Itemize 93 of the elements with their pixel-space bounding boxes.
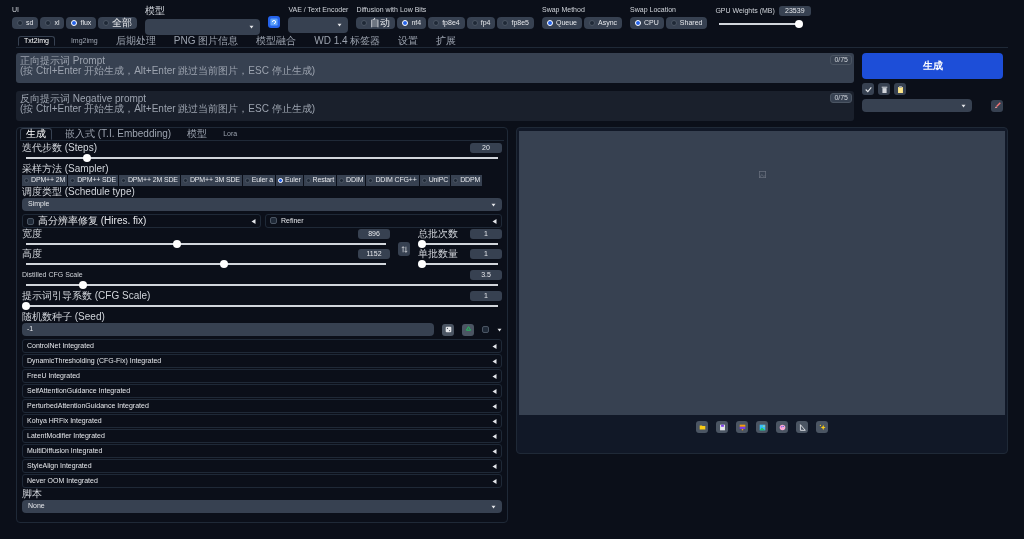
dropdown-caret-icon bbox=[961, 103, 966, 108]
palette-icon bbox=[778, 423, 786, 431]
toolbar-button[interactable] bbox=[756, 421, 768, 433]
slider-thumb[interactable] bbox=[418, 240, 426, 248]
radio-icon[interactable] bbox=[182, 178, 188, 183]
slider-thumb[interactable] bbox=[78, 281, 87, 289]
slider-thumb[interactable] bbox=[173, 240, 182, 248]
tab[interactable]: 扩展 bbox=[434, 36, 459, 46]
expand-icon bbox=[497, 327, 502, 332]
tab[interactable]: WD 1.4 标签器 bbox=[312, 36, 383, 46]
reuse-seed-button[interactable] bbox=[462, 323, 474, 336]
brush-button[interactable] bbox=[991, 99, 1003, 112]
tab[interactable]: 后期处理 bbox=[113, 36, 158, 46]
image-icon bbox=[758, 423, 766, 431]
radio-icon[interactable] bbox=[589, 20, 595, 27]
field-label: 总批次数 bbox=[418, 229, 458, 239]
radio-icon[interactable] bbox=[17, 20, 23, 27]
field-label: 调度类型 (Schedule type) bbox=[22, 187, 136, 197]
radio-icon[interactable] bbox=[368, 178, 374, 183]
dropdown-caret-icon bbox=[337, 23, 343, 28]
toolbar-button[interactable] bbox=[796, 421, 808, 433]
tab[interactable]: PNG 图片信息 bbox=[171, 36, 241, 46]
group-label: 模型 bbox=[145, 6, 167, 16]
dropdown-caret-icon bbox=[491, 504, 496, 509]
field-label: 迭代步数 (Steps) bbox=[22, 143, 97, 153]
brush-icon bbox=[993, 102, 1001, 109]
toolbar-button[interactable] bbox=[776, 421, 788, 433]
folder-icon bbox=[698, 423, 706, 431]
toolbar-button[interactable] bbox=[696, 421, 708, 433]
toolbar-button[interactable] bbox=[736, 421, 748, 433]
radio-icon[interactable] bbox=[24, 178, 29, 183]
toolbar-button[interactable] bbox=[716, 421, 728, 433]
toolbar-button[interactable] bbox=[816, 421, 828, 433]
image-placeholder-icon bbox=[758, 171, 766, 178]
slider-thumb[interactable] bbox=[83, 154, 92, 162]
tool-button[interactable] bbox=[894, 83, 906, 95]
dropdown-caret-icon bbox=[249, 25, 255, 29]
radio-icon[interactable] bbox=[305, 178, 311, 183]
checkbox[interactable] bbox=[27, 217, 34, 225]
refresh-button[interactable] bbox=[268, 16, 281, 28]
tab[interactable]: 生成 bbox=[20, 128, 52, 140]
tab[interactable]: 模型融合 bbox=[254, 36, 299, 46]
radio-icon[interactable] bbox=[453, 178, 459, 183]
accordion-header[interactable]: 高分辨率修复 (Hires. fix) bbox=[22, 214, 261, 228]
ruler-triangle-icon bbox=[798, 423, 806, 431]
sparkles-icon bbox=[818, 423, 826, 431]
checkbox[interactable] bbox=[482, 326, 489, 333]
field-label: 单批数量 bbox=[418, 249, 458, 259]
radio-icon[interactable] bbox=[433, 20, 440, 27]
slider-thumb[interactable] bbox=[418, 260, 426, 268]
radio-icon[interactable] bbox=[502, 20, 509, 27]
dropdown-caret-icon bbox=[491, 202, 496, 207]
slider[interactable] bbox=[719, 20, 802, 28]
accordion-title: 高分辨率修复 (Hires. fix) bbox=[38, 216, 147, 226]
field-label: 高度 bbox=[22, 249, 42, 259]
refresh-icon bbox=[270, 18, 279, 26]
tab[interactable]: 嵌入式 (T.I. Embedding) bbox=[62, 129, 175, 139]
checkbox[interactable] bbox=[270, 217, 277, 225]
dice-icon bbox=[444, 326, 452, 333]
trash-icon bbox=[880, 85, 888, 93]
slider-thumb[interactable] bbox=[22, 302, 30, 310]
clipboard-icon bbox=[896, 85, 904, 93]
swap-button[interactable] bbox=[398, 242, 410, 256]
field-label: 采样方法 (Sampler) bbox=[22, 164, 110, 174]
random-seed-button[interactable] bbox=[442, 323, 454, 336]
placeholder-text: 正向提示词 Prompt (按 Ctrl+Enter 开始生成，Alt+Enter 跳过当前图片，ESC 停止生成) bbox=[20, 55, 316, 77]
radio-icon[interactable] bbox=[339, 178, 345, 183]
field-label: 宽度 bbox=[22, 229, 42, 239]
tool-button[interactable] bbox=[878, 83, 890, 95]
field-label: 脚本 bbox=[22, 489, 43, 499]
radio-icon[interactable] bbox=[103, 20, 110, 27]
radio-option[interactable]: 自动 bbox=[356, 17, 396, 30]
radio-icon[interactable] bbox=[361, 20, 368, 27]
slider-thumb[interactable] bbox=[220, 260, 228, 268]
radio-icon[interactable] bbox=[244, 178, 250, 183]
slider-thumb[interactable] bbox=[794, 20, 803, 28]
radio-icon[interactable] bbox=[70, 178, 76, 183]
radio-icon[interactable] bbox=[421, 178, 427, 183]
radio-icon[interactable] bbox=[670, 20, 677, 27]
tab[interactable]: 模型 bbox=[184, 129, 211, 139]
generate-button[interactable]: 生成 bbox=[862, 53, 1003, 79]
field-label: 随机数种子 (Seed) bbox=[22, 312, 106, 322]
check-icon bbox=[864, 85, 872, 93]
radio-icon[interactable] bbox=[120, 178, 126, 183]
field-label: 提示词引导系数 (CFG Scale) bbox=[22, 291, 151, 301]
radio-icon[interactable] bbox=[45, 20, 52, 27]
radio-option[interactable]: 全部 bbox=[98, 17, 138, 30]
placeholder-text: 反向提示词 Negative prompt (按 Ctrl+Enter 开始生成，Alt+Enter 跳过当前图片，ESC 停止生成) bbox=[20, 93, 316, 115]
stack-icon bbox=[738, 423, 746, 431]
swap-arrows-icon bbox=[400, 245, 408, 253]
tool-button[interactable] bbox=[862, 83, 874, 95]
radio-icon[interactable] bbox=[471, 20, 478, 27]
tab[interactable]: 设置 bbox=[396, 36, 421, 46]
